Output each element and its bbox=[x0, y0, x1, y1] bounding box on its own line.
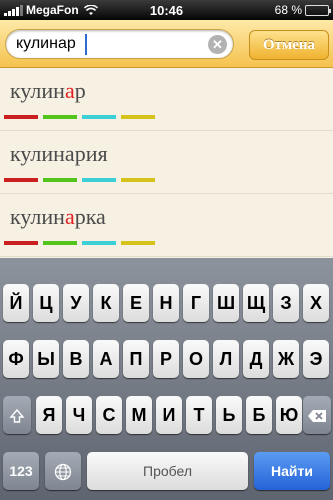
color-bars bbox=[4, 115, 155, 119]
color-bar bbox=[82, 178, 116, 182]
battery-percent: 68 % bbox=[274, 3, 302, 17]
key-letter[interactable]: Б bbox=[246, 396, 272, 434]
key-letter[interactable]: З bbox=[273, 284, 299, 322]
list-item[interactable]: кулинария bbox=[0, 131, 333, 194]
color-bar bbox=[43, 241, 77, 245]
cancel-button[interactable]: Отмена bbox=[249, 30, 329, 60]
search-input[interactable] bbox=[16, 32, 206, 56]
key-letter[interactable]: И bbox=[156, 396, 182, 434]
color-bar bbox=[121, 178, 155, 182]
color-bar bbox=[82, 241, 116, 245]
search-field[interactable]: ✕ bbox=[5, 29, 234, 59]
key-letter[interactable]: Л bbox=[213, 340, 239, 378]
key-letter[interactable]: Ь bbox=[216, 396, 242, 434]
key-letter[interactable]: Х bbox=[303, 284, 329, 322]
key-letter[interactable]: П bbox=[123, 340, 149, 378]
key-letter[interactable]: В bbox=[63, 340, 89, 378]
color-bars bbox=[4, 241, 155, 245]
status-bar: MegaFon 10:46 68 % bbox=[0, 0, 333, 20]
list-item[interactable]: кулинар bbox=[0, 68, 333, 131]
battery-icon bbox=[305, 4, 331, 16]
key-letter[interactable]: М bbox=[126, 396, 152, 434]
color-bars bbox=[4, 178, 155, 182]
result-word: кулинарка bbox=[10, 204, 106, 229]
result-word: кулинария bbox=[10, 141, 108, 166]
key-letter[interactable]: Р bbox=[153, 340, 179, 378]
key-letter[interactable]: Й bbox=[3, 284, 29, 322]
key-letter[interactable]: Е bbox=[123, 284, 149, 322]
key-letter[interactable]: Н bbox=[153, 284, 179, 322]
globe-key[interactable] bbox=[45, 452, 81, 490]
clear-icon[interactable]: ✕ bbox=[208, 35, 227, 54]
color-bar bbox=[4, 115, 38, 119]
text-cursor bbox=[85, 34, 87, 55]
status-right: 68 % bbox=[274, 3, 331, 17]
key-letter[interactable]: Ю bbox=[276, 396, 302, 434]
shift-icon bbox=[9, 409, 25, 423]
color-bar bbox=[4, 241, 38, 245]
key-letter[interactable]: Э bbox=[303, 340, 329, 378]
color-bar bbox=[4, 178, 38, 182]
key-letter[interactable]: Г bbox=[183, 284, 209, 322]
key-letter[interactable]: Д bbox=[243, 340, 269, 378]
color-bar bbox=[43, 115, 77, 119]
key-letter[interactable]: Щ bbox=[243, 284, 269, 322]
key-letter[interactable]: О bbox=[183, 340, 209, 378]
key-letter[interactable]: К bbox=[93, 284, 119, 322]
result-word: кулинар bbox=[10, 78, 86, 103]
key-letter[interactable]: Ф bbox=[3, 340, 29, 378]
key-letter[interactable]: Ш bbox=[213, 284, 239, 322]
list-item[interactable]: кулинарка bbox=[0, 194, 333, 257]
color-bar bbox=[43, 178, 77, 182]
search-go-button[interactable]: Найти bbox=[254, 452, 330, 490]
key-letter[interactable]: Т bbox=[186, 396, 212, 434]
space-key[interactable]: Пробел bbox=[87, 452, 248, 490]
key-letter[interactable]: У bbox=[63, 284, 89, 322]
key-letter[interactable]: Ы bbox=[33, 340, 59, 378]
keyboard: ЙЦУКЕНГШЩЗХ ФЫВАПРОЛДЖЭ ЯЧСМИТЬБЮ 123 Пр… bbox=[0, 258, 333, 500]
key-letter[interactable]: Ц bbox=[33, 284, 59, 322]
results-list: кулинар кулинария кулинарка bbox=[0, 68, 333, 258]
key-letter[interactable]: Я bbox=[36, 396, 62, 434]
backspace-key[interactable] bbox=[303, 396, 331, 434]
globe-icon bbox=[54, 464, 72, 481]
color-bar bbox=[121, 115, 155, 119]
shift-key[interactable] bbox=[3, 396, 31, 434]
key-letter[interactable]: С bbox=[96, 396, 122, 434]
numbers-key[interactable]: 123 bbox=[3, 452, 39, 490]
color-bar bbox=[82, 115, 116, 119]
backspace-icon bbox=[308, 410, 326, 423]
key-letter[interactable]: Ж bbox=[273, 340, 299, 378]
color-bar bbox=[121, 241, 155, 245]
key-letter[interactable]: А bbox=[93, 340, 119, 378]
search-bar: ✕ Отмена bbox=[0, 20, 333, 68]
key-letter[interactable]: Ч bbox=[66, 396, 92, 434]
